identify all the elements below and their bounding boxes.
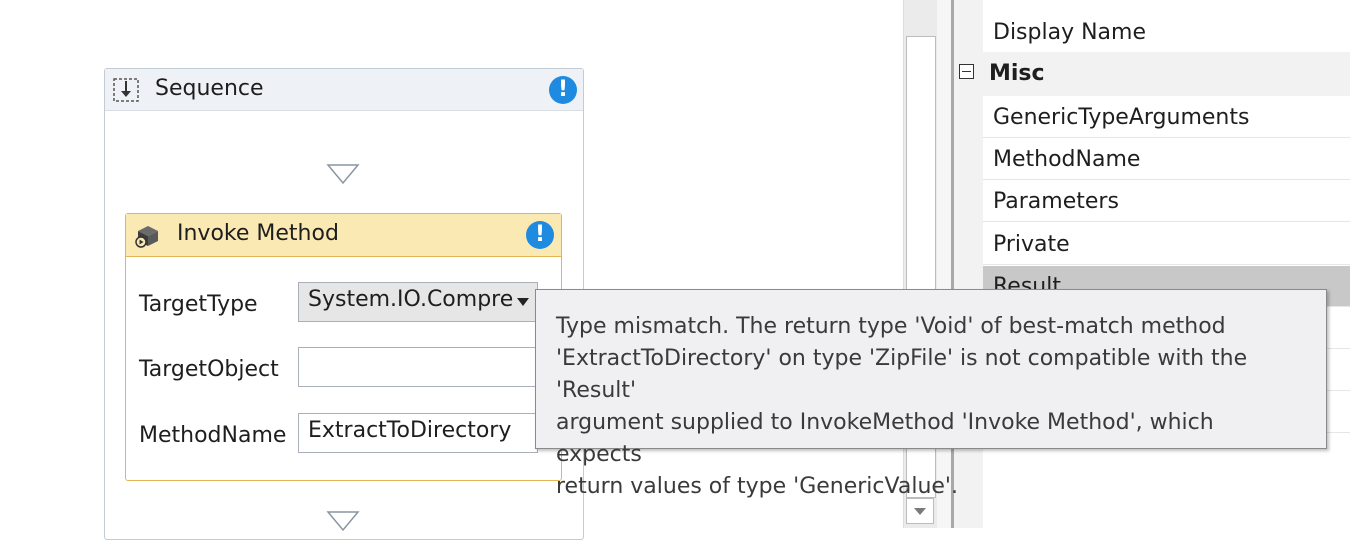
- sequence-title: Sequence: [155, 76, 264, 101]
- invoke-method-header[interactable]: Invoke Method !: [126, 214, 561, 257]
- invoke-method-icon: [135, 226, 158, 248]
- drop-target-arrow-icon[interactable]: [326, 510, 360, 532]
- chevron-down-icon: [914, 508, 926, 515]
- collapse-icon[interactable]: [959, 64, 974, 79]
- dropdown-arrow-icon[interactable]: [517, 298, 529, 306]
- target-type-dropdown[interactable]: System.IO.Compre: [298, 282, 538, 322]
- property-parameters[interactable]: Parameters: [983, 181, 1350, 222]
- property-generic-type-arguments[interactable]: GenericTypeArguments: [983, 97, 1350, 138]
- sequence-icon: [113, 78, 139, 102]
- target-object-field[interactable]: [298, 347, 538, 387]
- warning-info-icon[interactable]: !: [526, 221, 554, 249]
- invoke-method-activity[interactable]: Invoke Method ! TargetType System.IO.Com…: [125, 213, 562, 481]
- sequence-header[interactable]: Sequence !: [105, 69, 583, 111]
- property-private[interactable]: Private: [983, 224, 1350, 265]
- target-object-label: TargetObject: [139, 357, 279, 382]
- drop-target-arrow-icon[interactable]: [326, 163, 360, 185]
- method-name-field[interactable]: ExtractToDirectory: [298, 413, 538, 453]
- property-method-name[interactable]: MethodName: [983, 139, 1350, 180]
- category-label: Misc: [989, 61, 1045, 86]
- warning-info-icon[interactable]: !: [549, 76, 577, 104]
- target-type-value: System.IO.Compre: [308, 287, 514, 312]
- method-name-label: MethodName: [139, 423, 287, 448]
- invoke-method-title: Invoke Method: [177, 221, 339, 246]
- property-display-name[interactable]: Display Name: [983, 12, 1350, 53]
- error-tooltip: Type mismatch. The return type 'Void' of…: [535, 289, 1327, 499]
- target-type-label: TargetType: [139, 292, 258, 317]
- category-misc[interactable]: Misc: [954, 52, 1350, 96]
